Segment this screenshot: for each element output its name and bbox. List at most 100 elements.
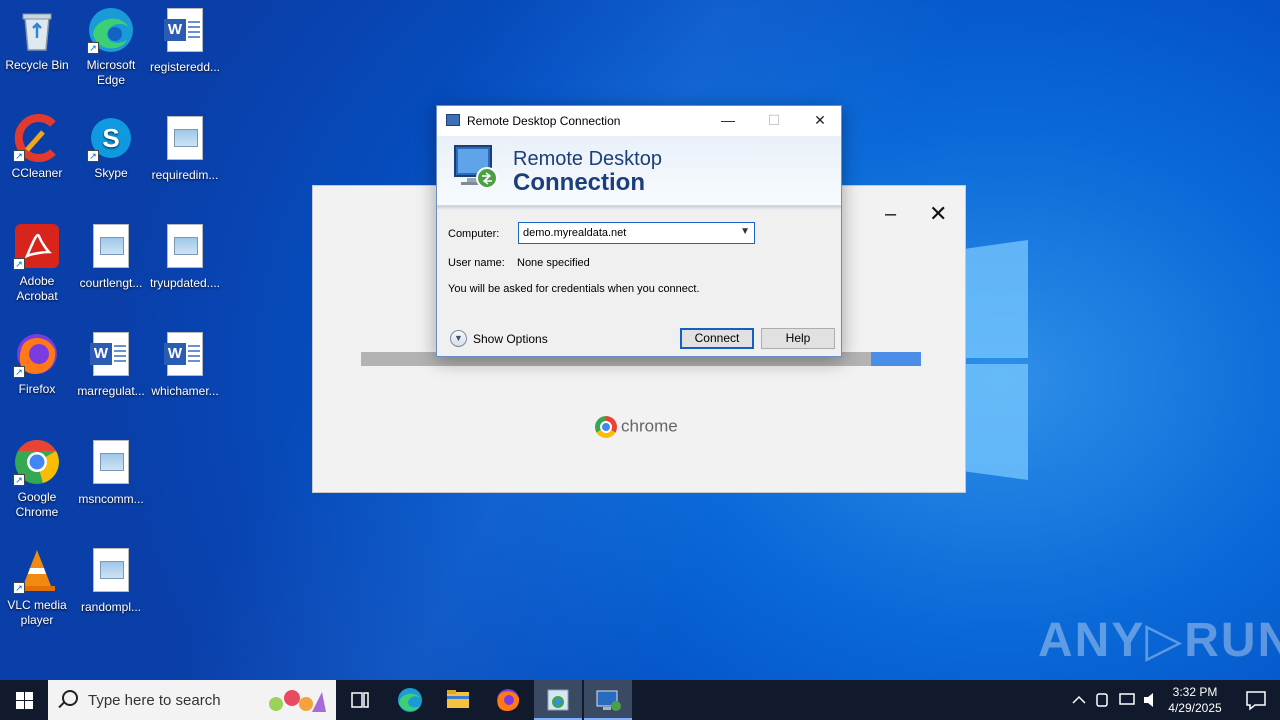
- search-placeholder: Type here to search: [88, 692, 221, 709]
- minimize-button[interactable]: —: [705, 106, 751, 136]
- desktop-icon-label: VLC media player: [7, 598, 67, 627]
- maximize-button[interactable]: ☐: [751, 106, 797, 136]
- desktop-icon-label: marregulat...: [77, 384, 145, 398]
- shortcut-arrow-icon: ↗: [13, 366, 25, 378]
- desktop-icon-label: tryupdated....: [149, 276, 221, 290]
- wallpaper-windows-logo: [960, 240, 1030, 480]
- desktop-icon-msncomm[interactable]: msncomm...: [74, 438, 148, 507]
- start-button[interactable]: [0, 680, 48, 720]
- desktop-icon-label: Microsoft Edge: [86, 58, 136, 87]
- progress-fill: [870, 352, 921, 366]
- close-button[interactable]: ✕: [797, 106, 843, 136]
- desktop-icon-label: Skype: [94, 166, 128, 180]
- desktop-icon-tryupdated[interactable]: tryupdated....: [148, 222, 222, 291]
- taskbar-firefox[interactable]: [484, 680, 532, 720]
- credentials-note: You will be asked for credentials when y…: [448, 283, 700, 295]
- desktop-icon-label: Firefox: [18, 382, 56, 396]
- remote-desktop-icon: [596, 690, 621, 711]
- taskbar-search-box[interactable]: Type here to search: [48, 680, 336, 720]
- taskbar-file-explorer[interactable]: [434, 680, 482, 720]
- desktop-icon-recycle-bin[interactable]: Recycle Bin: [0, 6, 74, 73]
- rdc-banner: Remote Desktop Connection: [437, 136, 841, 206]
- taskbar-edge[interactable]: [386, 680, 434, 720]
- rdc-app-icon: [446, 114, 460, 126]
- desktop-icon-edge[interactable]: ↗ Microsoft Edge: [74, 6, 148, 88]
- desktop-icon-randompl[interactable]: randompl...: [74, 546, 148, 615]
- shortcut-arrow-icon: ↗: [13, 582, 25, 594]
- chrome-logo-icon: [595, 416, 617, 438]
- acrobat-icon: ↗: [13, 222, 61, 270]
- folder-icon: [447, 690, 469, 708]
- desktop-icon-label: requiredim...: [151, 168, 219, 182]
- username-label: User name:: [448, 257, 505, 269]
- search-icon: [62, 690, 78, 706]
- notifications-button[interactable]: [1232, 680, 1280, 720]
- computer-combobox[interactable]: demo.myrealdata.net ▼: [518, 222, 755, 244]
- desktop-icon-label: CCleaner: [11, 166, 63, 180]
- expand-options-icon[interactable]: ▼: [450, 330, 467, 347]
- desktop-icon-registeredd[interactable]: W registeredd...: [148, 6, 222, 75]
- desktop-icon-requiredim[interactable]: requiredim...: [148, 114, 222, 183]
- taskbar-clock[interactable]: 3:32 PM 4/29/2025: [1160, 684, 1230, 716]
- word-document-icon: W: [161, 332, 209, 380]
- task-view-button[interactable]: [336, 680, 384, 720]
- desktop-icon-skype[interactable]: S ↗ Skype: [74, 114, 148, 181]
- rdc-titlebar[interactable]: Remote Desktop Connection — ☐ ✕: [437, 106, 841, 136]
- desktop-icon-firefox[interactable]: ↗ Firefox: [0, 330, 74, 397]
- desktop-icon-ccleaner[interactable]: ↗ CCleaner: [0, 114, 74, 181]
- skype-icon: S ↗: [87, 114, 135, 162]
- desktop-icon-adobe-acrobat[interactable]: ↗ Adobe Acrobat: [0, 222, 74, 304]
- clock-time: 3:32 PM: [1172, 685, 1218, 699]
- desktop-icon-vlc[interactable]: ↗ VLC media player: [0, 546, 74, 628]
- connect-button[interactable]: Connect: [680, 328, 754, 349]
- desktop-icon-whichamer[interactable]: W whichamer...: [148, 330, 222, 399]
- image-file-icon: [161, 224, 209, 272]
- notification-icon: [1246, 691, 1266, 711]
- desktop-icon-label: courtlengt...: [79, 276, 143, 290]
- search-highlight-illustration-icon: [269, 690, 326, 712]
- computer-value: demo.myrealdata.net: [523, 227, 627, 239]
- tray-icons: [1072, 693, 1153, 707]
- desktop-icon-label: whichamer...: [151, 384, 219, 398]
- edge-icon: ↗: [87, 6, 135, 54]
- taskbar: Type here to search 3:32 PM 4/29/2025: [0, 680, 1280, 720]
- windows-logo-icon-pane: [25, 692, 33, 700]
- rdc-title: Remote Desktop Connection: [467, 114, 621, 128]
- shortcut-arrow-icon: ↗: [87, 150, 99, 162]
- clock-date: 4/29/2025: [1168, 701, 1222, 715]
- desktop-icon-label: Recycle Bin: [5, 58, 69, 72]
- windows-logo-icon-pane: [25, 701, 33, 709]
- word-document-icon: W: [87, 332, 135, 380]
- desktop-icon-courtlengt[interactable]: courtlengt...: [74, 222, 148, 291]
- rdc-banner-line1: Remote Desktop: [513, 148, 662, 170]
- rdc-banner-line2: Connection: [513, 169, 645, 196]
- computer-label: Computer:: [448, 228, 500, 240]
- desktop-icon-google-chrome[interactable]: ↗ Google Chrome: [0, 438, 74, 520]
- desktop-icon-marregulat[interactable]: W marregulat...: [74, 330, 148, 399]
- minimize-button[interactable]: –: [885, 204, 899, 224]
- chevron-down-icon[interactable]: ▼: [740, 226, 750, 237]
- recycle-bin-icon: [13, 6, 61, 54]
- word-document-icon: W: [161, 8, 209, 56]
- close-button[interactable]: ✕: [929, 203, 947, 225]
- help-button[interactable]: Help: [761, 328, 835, 349]
- edge-icon: [398, 688, 422, 712]
- image-file-icon: [87, 548, 135, 596]
- rdc-dialog: Remote Desktop Connection — ☐ ✕ Remote D…: [436, 105, 842, 357]
- chrome-brand-text: chrome: [621, 416, 678, 436]
- show-options-link[interactable]: Show Options: [473, 332, 548, 346]
- installer-icon: [547, 689, 569, 711]
- taskbar-remote-desktop[interactable]: [584, 680, 632, 720]
- chrome-icon: ↗: [13, 438, 61, 486]
- network-adapter-icon: [1096, 693, 1108, 707]
- shortcut-arrow-icon: ↗: [13, 474, 25, 486]
- username-value: None specified: [517, 257, 590, 269]
- network-icon: [1119, 693, 1135, 705]
- desktop-icon-label: Adobe Acrobat: [16, 274, 58, 303]
- svg-text:S: S: [102, 123, 119, 153]
- system-tray: [1070, 680, 1160, 720]
- image-file-icon: [87, 224, 135, 272]
- taskbar-chrome-installer[interactable]: [534, 680, 582, 720]
- image-file-icon: [87, 440, 135, 488]
- ccleaner-icon: ↗: [13, 114, 61, 162]
